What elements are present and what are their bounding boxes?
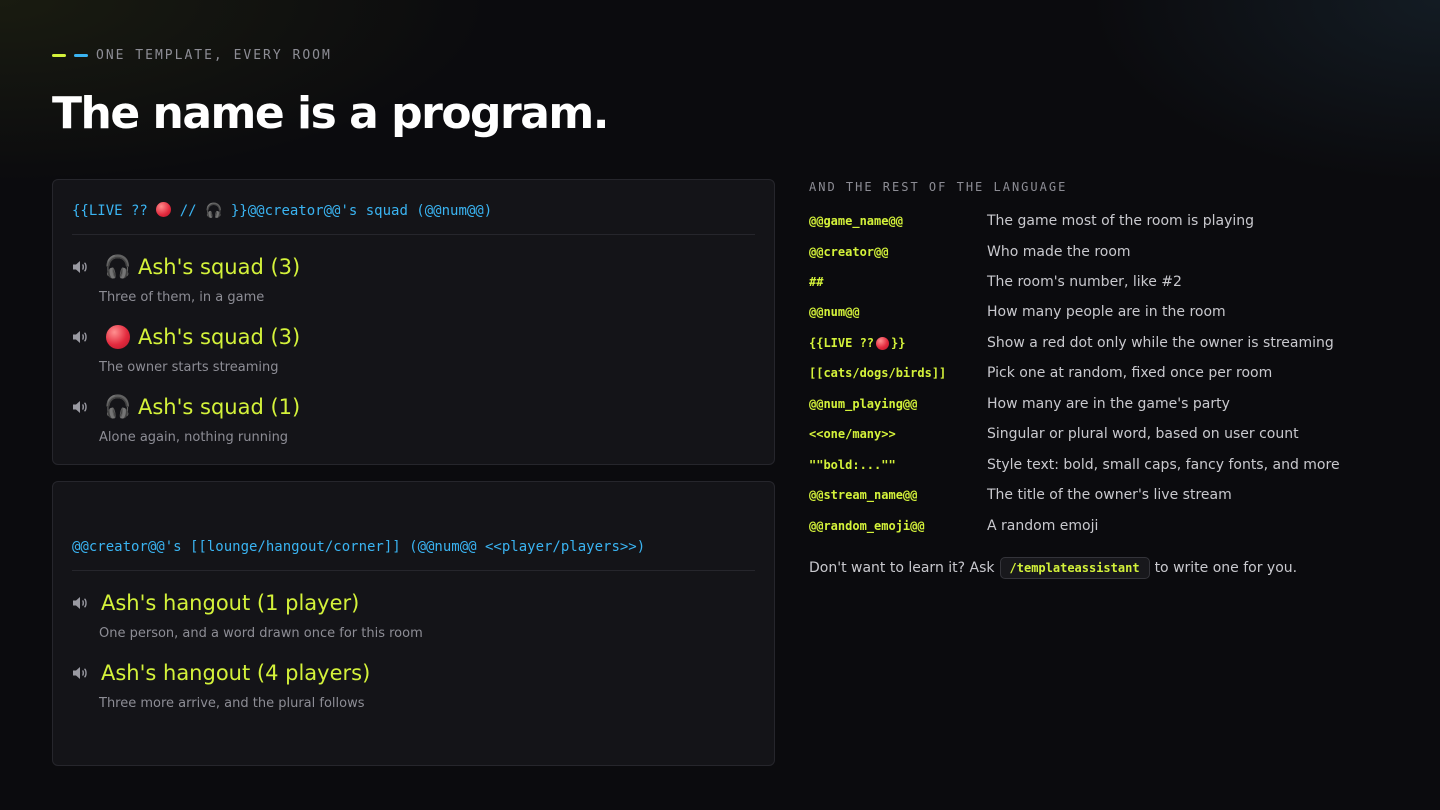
speaker-icon xyxy=(72,399,94,415)
reference-key-end: }} xyxy=(891,336,906,350)
reference-desc: How many people are in the room xyxy=(987,304,1226,320)
reference-key: <<one/many>> xyxy=(809,427,896,441)
eyebrow-text: ONE TEMPLATE, EVERY ROOM xyxy=(96,47,332,63)
speaker-icon xyxy=(72,329,94,345)
reference-desc: Singular or plural word, based on user c… xyxy=(987,426,1299,442)
eyebrow: ONE TEMPLATE, EVERY ROOM xyxy=(52,46,332,64)
reference-row: @@random_emoji@@ A random emoji xyxy=(809,516,1409,536)
red-circle-icon xyxy=(876,336,890,350)
cyan-dash-icon xyxy=(74,53,88,57)
room-caption: Three more arrive, and the plural follow… xyxy=(99,696,365,711)
reference-key: ## xyxy=(809,275,824,289)
assistant-note-after: to write one for you. xyxy=(1154,560,1298,576)
template-assistant-command[interactable]: /templateassistant xyxy=(999,557,1150,579)
reference-row: {{LIVE ?? }} Show a red dot only while t… xyxy=(809,333,1409,353)
example-room[interactable]: 🎧 Ash's squad (1) Alone again, nothing r… xyxy=(72,392,755,452)
example-room[interactable]: Ash's squad (3) The owner starts streami… xyxy=(72,322,755,382)
room-name: Ash's hangout (4 players) xyxy=(101,661,371,685)
reference-key: ""bold:..."" xyxy=(809,458,896,472)
reference-key-start: {{LIVE ?? xyxy=(809,336,875,350)
red-circle-icon xyxy=(156,202,172,217)
reference-row: @@num@@ How many people are in the room xyxy=(809,302,1409,322)
speaker-icon xyxy=(72,665,94,681)
reference-row: ""bold:..."" Style text: bold, small cap… xyxy=(809,455,1409,475)
reference-key: @@stream_name@@ xyxy=(809,488,918,502)
reference-row: <<one/many>> Singular or plural word, ba… xyxy=(809,424,1409,444)
reference-key: @@num@@ xyxy=(809,305,860,319)
reference-desc: The title of the owner's live stream xyxy=(987,487,1232,503)
room-name: Ash's squad (1) xyxy=(138,395,301,419)
room-name: Ash's squad (3) xyxy=(138,255,301,279)
template-code-end: // 🎧 }}@@creator@@'s squad (@@num@@) xyxy=(171,203,493,219)
reference-key: {{LIVE ?? }} xyxy=(809,336,987,350)
example-room[interactable]: 🎧 Ash's squad (3) Three of them, in a ga… xyxy=(72,252,755,312)
reference-key: [[cats/dogs/birds]] xyxy=(809,366,947,380)
language-reference: AND THE REST OF THE LANGUAGE @@game_name… xyxy=(809,180,1409,579)
template-code: {{LIVE ?? // 🎧 }}@@creator@@'s squad (@@… xyxy=(72,202,755,235)
speaker-icon xyxy=(72,595,94,611)
reference-row: ## The room's number, like #2 xyxy=(809,272,1409,292)
room-name: Ash's hangout (1 player) xyxy=(101,591,360,615)
lime-dash-icon xyxy=(52,53,66,57)
reference-desc: Pick one at random, fixed once per room xyxy=(987,365,1273,381)
assistant-note-before: Don't want to learn it? Ask xyxy=(809,560,995,576)
reference-row: @@game_name@@ The game most of the room … xyxy=(809,211,1409,231)
reference-desc: Style text: bold, small caps, fancy font… xyxy=(987,457,1340,473)
reference-desc: The game most of the room is playing xyxy=(987,213,1255,229)
reference-row: @@num_playing@@ How many are in the game… xyxy=(809,394,1409,414)
reference-key: @@game_name@@ xyxy=(809,214,903,228)
headphones-icon: 🎧 xyxy=(104,254,132,280)
room-name: Ash's squad (3) xyxy=(138,325,301,349)
reference-title: AND THE REST OF THE LANGUAGE xyxy=(809,180,1068,194)
reference-row: @@stream_name@@ The title of the owner's… xyxy=(809,485,1409,505)
reference-key: @@random_emoji@@ xyxy=(809,519,925,533)
reference-desc: A random emoji xyxy=(987,518,1099,534)
speaker-icon xyxy=(72,259,94,275)
room-caption: Alone again, nothing running xyxy=(99,430,289,445)
reference-key: @@num_playing@@ xyxy=(809,397,918,411)
reference-desc: How many are in the game's party xyxy=(987,396,1230,412)
reference-key: @@creator@@ xyxy=(809,245,889,259)
reference-row: @@creator@@ Who made the room xyxy=(809,242,1409,262)
page-title: The name is a program. xyxy=(52,88,610,139)
room-caption: Three of them, in a game xyxy=(99,290,265,305)
assistant-note: Don't want to learn it? Ask /templateass… xyxy=(809,557,1297,579)
plural-template-card: @@creator@@'s [[lounge/hangout/corner]] … xyxy=(52,481,775,766)
template-code: @@creator@@'s [[lounge/hangout/corner]] … xyxy=(72,539,755,571)
reference-desc: Show a red dot only while the owner is s… xyxy=(987,335,1334,351)
reference-desc: Who made the room xyxy=(987,244,1131,260)
example-room[interactable]: Ash's hangout (1 player) One person, and… xyxy=(72,588,755,648)
live-template-card: {{LIVE ?? // 🎧 }}@@creator@@'s squad (@@… xyxy=(52,179,775,465)
template-code-start: {{LIVE ?? xyxy=(72,203,157,219)
red-circle-icon xyxy=(104,323,132,351)
reference-row: [[cats/dogs/birds]] Pick one at random, … xyxy=(809,363,1409,383)
example-room[interactable]: Ash's hangout (4 players) Three more arr… xyxy=(72,658,755,718)
room-caption: The owner starts streaming xyxy=(99,360,279,375)
reference-desc: The room's number, like #2 xyxy=(987,274,1182,290)
headphones-icon: 🎧 xyxy=(104,394,132,420)
room-caption: One person, and a word drawn once for th… xyxy=(99,626,423,641)
